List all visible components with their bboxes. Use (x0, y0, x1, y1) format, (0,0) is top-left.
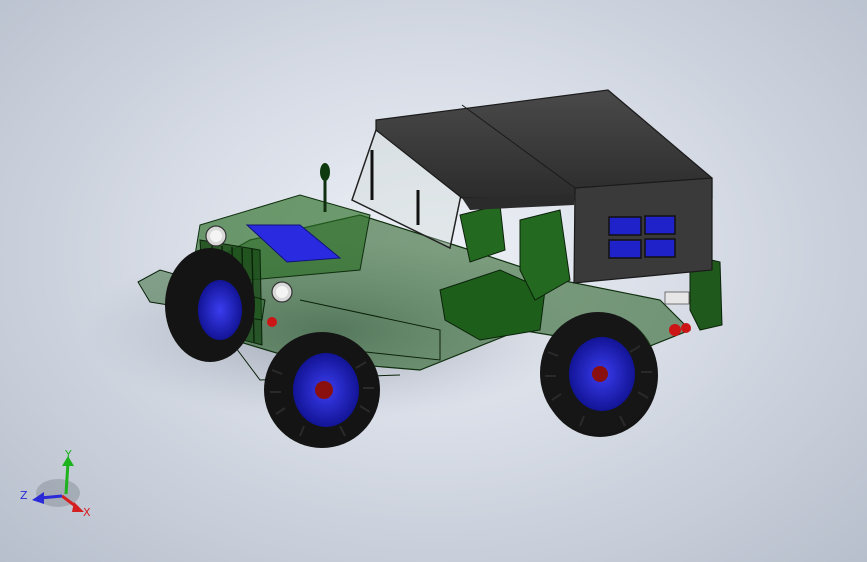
graphics-viewport[interactable]: Y X Z (0, 0, 867, 562)
y-axis-label: Y (64, 448, 72, 461)
rear-right-wheel[interactable] (540, 312, 656, 434)
z-axis-label: Z (20, 489, 28, 502)
headlight-right (271, 281, 293, 303)
model-canvas[interactable]: Y X Z (0, 0, 867, 562)
marker-light-right (267, 317, 277, 327)
x-axis-label: X (83, 506, 91, 519)
front-left-wheel[interactable] (264, 332, 380, 448)
headlight-left (205, 225, 227, 247)
front-right-wheel[interactable] (165, 248, 255, 362)
coordinate-triad[interactable]: Y X Z (20, 448, 91, 519)
